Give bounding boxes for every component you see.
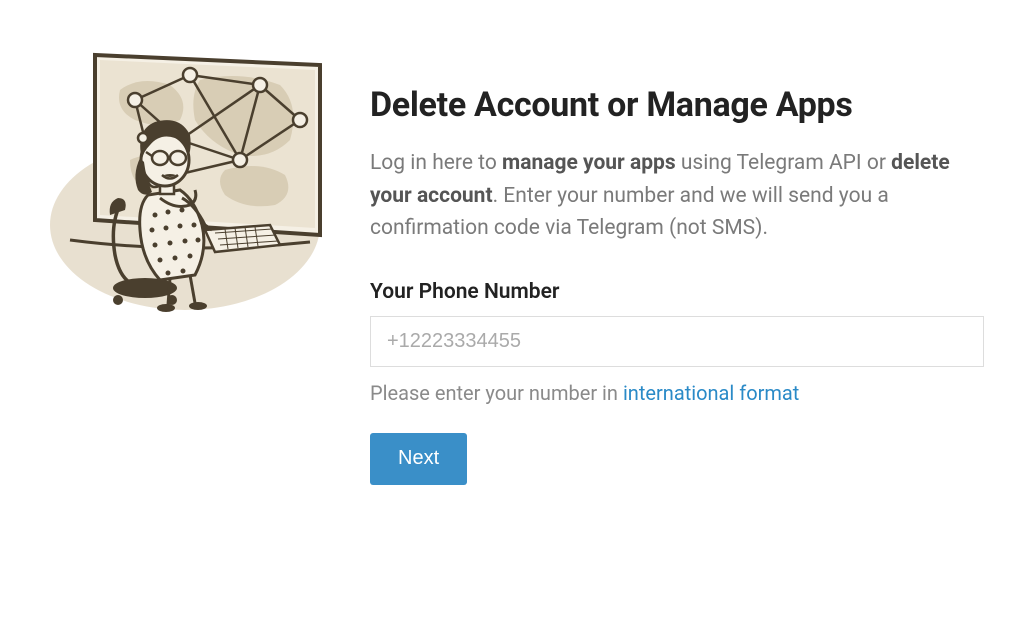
telegram-illustration — [40, 30, 330, 320]
main-content: Delete Account or Manage Apps Log in her… — [370, 30, 984, 485]
desc-middle: using Telegram API or — [676, 151, 892, 175]
hint-prefix: Please enter your number in — [370, 381, 623, 405]
desc-bold-manage: manage your apps — [502, 151, 676, 175]
phone-label: Your Phone Number — [370, 280, 984, 304]
page-description: Log in here to manage your apps using Te… — [370, 147, 984, 245]
next-button[interactable]: Next — [370, 433, 467, 485]
phone-input[interactable] — [370, 316, 984, 367]
international-format-link[interactable]: international format — [623, 381, 799, 405]
page-title: Delete Account or Manage Apps — [370, 85, 984, 125]
desc-prefix: Log in here to — [370, 151, 502, 175]
phone-hint: Please enter your number in internationa… — [370, 381, 984, 405]
